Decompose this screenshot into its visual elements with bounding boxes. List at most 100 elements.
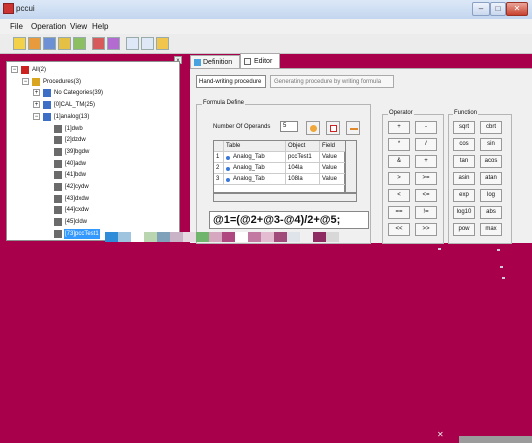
function-button[interactable]: acos	[480, 155, 502, 168]
generating-label: Generating procedure by writing formula	[274, 79, 382, 85]
operator-button[interactable]: <<	[388, 223, 410, 236]
operator-button[interactable]: +	[388, 121, 410, 134]
function-button[interactable]: abs	[480, 206, 502, 219]
tree-expander-icon[interactable]: −	[22, 77, 29, 85]
window-icon[interactable]	[126, 37, 139, 50]
formula-text-field[interactable]: @1=(@2+@3-@4)/2+@5;	[209, 211, 369, 229]
maximize-button[interactable]: □	[490, 2, 506, 16]
operator-button[interactable]: +	[415, 155, 437, 168]
tree-expander-icon[interactable]: +	[33, 89, 40, 97]
operator-button[interactable]: -	[415, 121, 437, 134]
delete-icon[interactable]	[92, 37, 105, 50]
run-icon[interactable]	[156, 37, 169, 50]
operator-button[interactable]: >>	[415, 223, 437, 236]
tree-expander-icon[interactable]: −	[33, 112, 40, 120]
function-button[interactable]: exp	[453, 189, 475, 202]
tree-expander-icon[interactable]: +	[33, 101, 40, 109]
operator-button[interactable]: <	[388, 189, 410, 202]
tree-item[interactable]: [39]bgdw	[7, 147, 179, 157]
function-button[interactable]: asin	[453, 172, 475, 185]
menu-view[interactable]: View	[70, 22, 87, 31]
function-button[interactable]: sin	[480, 138, 502, 151]
new-icon[interactable]	[13, 37, 26, 50]
operands-table[interactable]: Table Object Field 1 Analog_Tab pccTest1 Value…	[213, 140, 346, 193]
function-button[interactable]: sqrt	[453, 121, 475, 134]
table-cell[interactable]: 1	[214, 152, 224, 163]
tree-item-label: [42]cydw	[65, 184, 89, 190]
handwriting-procedure-button[interactable]: Hand-writing procedure	[196, 75, 266, 88]
tree-node-icon	[54, 194, 62, 203]
function-button[interactable]: log	[480, 189, 502, 202]
tab-definition[interactable]: Definition	[190, 55, 240, 69]
tree-item[interactable]: [2]dzdw	[7, 135, 179, 145]
tree-item[interactable]: [45]cldw	[7, 217, 179, 227]
table-cell-text: pccTest1	[288, 154, 312, 160]
table-cell[interactable]: Analog_Tab	[224, 174, 286, 185]
table-cell[interactable]: 3	[214, 174, 224, 185]
function-button[interactable]: atan	[480, 172, 502, 185]
tree-item[interactable]: [1]dwb	[7, 124, 179, 134]
table-cell[interactable]: Value	[320, 152, 346, 163]
tree-item[interactable]: [42]cydw	[7, 182, 179, 192]
operator-button[interactable]: >=	[415, 172, 437, 185]
table-cell[interactable]: 108la	[286, 174, 320, 185]
tree-view[interactable]: − All(2) − Procedures(3) + No Categories(39) +…	[6, 61, 180, 241]
tree-item-label: All(2)	[32, 67, 47, 73]
operand-minimize-button[interactable]	[346, 121, 360, 135]
definition-icon	[194, 59, 201, 66]
function-legend: Function	[453, 110, 479, 116]
operator-button[interactable]: /	[415, 138, 437, 151]
open-icon[interactable]	[28, 37, 41, 50]
table-cell[interactable]: Value	[320, 174, 346, 185]
table-cell[interactable]: Analog_Tab	[224, 152, 286, 163]
operand-settings-button[interactable]	[306, 121, 320, 135]
operator-button[interactable]: ==	[388, 206, 410, 219]
table-cell[interactable]: Analog_Tab	[224, 163, 286, 174]
function-button[interactable]: log10	[453, 206, 475, 219]
table-cell[interactable]: 2	[214, 163, 224, 174]
tree-expander-icon[interactable]: −	[11, 66, 18, 73]
tab-editor[interactable]: Editor	[240, 53, 280, 69]
tree-item[interactable]: + No Categories(39)	[7, 88, 179, 98]
operands-input[interactable]: 5	[280, 121, 298, 132]
table-cell[interactable]: pccTest1	[286, 152, 320, 163]
operator-button[interactable]: *	[388, 138, 410, 151]
tree-item-label: [41]bdw	[65, 172, 87, 179]
tree-item[interactable]: [40]adw	[7, 159, 179, 169]
function-button[interactable]: max	[480, 223, 502, 236]
operator-button[interactable]: >	[388, 172, 410, 185]
table-cell[interactable]: Value	[320, 163, 346, 174]
menu-help[interactable]: Help	[92, 22, 108, 31]
tree-item[interactable]: [44]cxdw	[7, 205, 179, 215]
settings-icon[interactable]	[107, 37, 120, 50]
tab-editor-label: Editor	[254, 58, 273, 65]
table-cell-text: 2	[216, 165, 220, 171]
tree-item[interactable]: [43]dxdw	[7, 194, 179, 204]
refresh-icon[interactable]	[73, 37, 86, 50]
operator-button[interactable]: !=	[415, 206, 437, 219]
tree-item[interactable]: − Procedures(3)	[7, 77, 179, 87]
export-icon[interactable]	[58, 37, 71, 50]
generating-procedure-field[interactable]: Generating procedure by writing formula	[270, 75, 394, 88]
glitch-block	[222, 232, 235, 242]
tree-item[interactable]: − All(2)	[7, 65, 179, 75]
close-button[interactable]: ✕	[506, 2, 528, 16]
table-horizontal-scrollbar[interactable]	[213, 193, 357, 202]
menu-operation[interactable]: Operation	[31, 22, 66, 31]
minimize-button[interactable]: –	[472, 2, 490, 16]
layout-icon[interactable]	[141, 37, 154, 50]
tree-item[interactable]: + [0]CAL_TM(25)	[7, 100, 179, 110]
function-button[interactable]: cbrt	[480, 121, 502, 134]
function-button[interactable]: cos	[453, 138, 475, 151]
function-button[interactable]: tan	[453, 155, 475, 168]
menu-file[interactable]: File	[10, 22, 23, 31]
tree-item[interactable]: − [1]analog(13)	[7, 112, 179, 122]
operator-button[interactable]: &	[388, 155, 410, 168]
table-vertical-scrollbar[interactable]	[345, 140, 357, 193]
function-button[interactable]: pow	[453, 223, 475, 236]
save-icon[interactable]	[43, 37, 56, 50]
operator-button[interactable]: <=	[415, 189, 437, 202]
tree-item[interactable]: [41]bdw	[7, 170, 179, 180]
operand-clear-button[interactable]	[326, 121, 340, 135]
table-cell[interactable]: 104la	[286, 163, 320, 174]
